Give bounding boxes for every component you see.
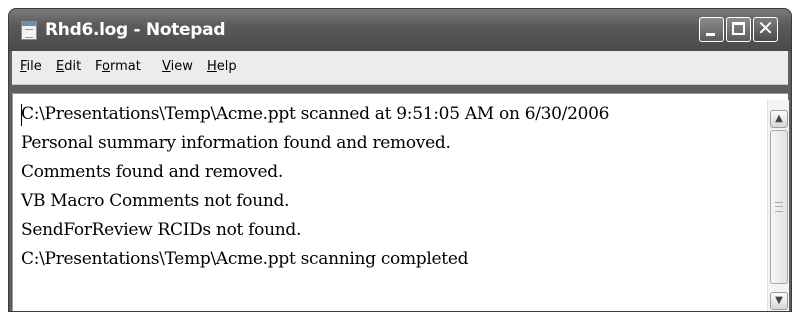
menu-file[interactable]: File xyxy=(20,59,42,74)
menu-view-label: iew xyxy=(170,59,193,74)
document-line: VB Macro Comments not found. xyxy=(21,191,290,211)
document-line: C:\Presentations\Temp\Acme.ppt scanning … xyxy=(21,249,469,269)
menu-edit[interactable]: Edit xyxy=(56,59,81,74)
maximize-button[interactable] xyxy=(726,17,751,42)
grip-icon xyxy=(775,202,783,212)
document-text[interactable]: C:\Presentations\Temp\Acme.ppt scanned a… xyxy=(21,100,761,274)
close-icon: ✕ xyxy=(757,16,774,40)
menu-help[interactable]: Help xyxy=(207,59,237,74)
menu-view[interactable]: View xyxy=(162,59,193,74)
scrollbar-thumb[interactable] xyxy=(770,130,788,284)
maximize-icon xyxy=(732,22,745,35)
menu-file-label: ile xyxy=(26,59,42,74)
menu-format[interactable]: Format xyxy=(95,59,141,74)
menu-bar: File Edit Format View Help xyxy=(12,51,788,85)
window-title: Rhd6.log - Notepad xyxy=(45,20,226,40)
menu-format-accel: o xyxy=(102,59,110,74)
menu-help-label: elp xyxy=(216,59,237,74)
minimize-button[interactable] xyxy=(699,17,724,42)
scroll-down-button[interactable]: ▼ xyxy=(770,292,788,310)
document-line: Comments found and removed. xyxy=(21,162,283,182)
document-line: SendForReview RCIDs not found. xyxy=(21,220,302,240)
close-button[interactable]: ✕ xyxy=(753,17,778,42)
document-line: C:\Presentations\Temp\Acme.ppt scanned a… xyxy=(21,104,610,124)
scroll-up-button[interactable]: ▲ xyxy=(770,110,788,128)
text-editor[interactable]: C:\Presentations\Temp\Acme.ppt scanned a… xyxy=(12,93,789,311)
menu-view-accel: V xyxy=(162,59,171,74)
vertical-scrollbar[interactable]: ▲ ▼ xyxy=(767,100,789,311)
notepad-window: Rhd6.log - Notepad ✕ File Edit Format Vi… xyxy=(8,8,792,312)
menu-edit-label: dit xyxy=(64,59,82,74)
document-line: Personal summary information found and r… xyxy=(21,133,451,153)
notepad-icon[interactable] xyxy=(21,21,37,40)
chevron-down-icon: ▼ xyxy=(775,295,783,306)
title-bar[interactable]: Rhd6.log - Notepad ✕ xyxy=(9,9,791,51)
menu-edit-accel: E xyxy=(56,59,65,74)
menu-help-accel: H xyxy=(207,59,217,74)
minimize-icon xyxy=(706,33,715,36)
chevron-up-icon: ▲ xyxy=(775,113,783,124)
menu-format-label: rmat xyxy=(109,59,141,74)
menu-format-pre: F xyxy=(95,59,103,74)
